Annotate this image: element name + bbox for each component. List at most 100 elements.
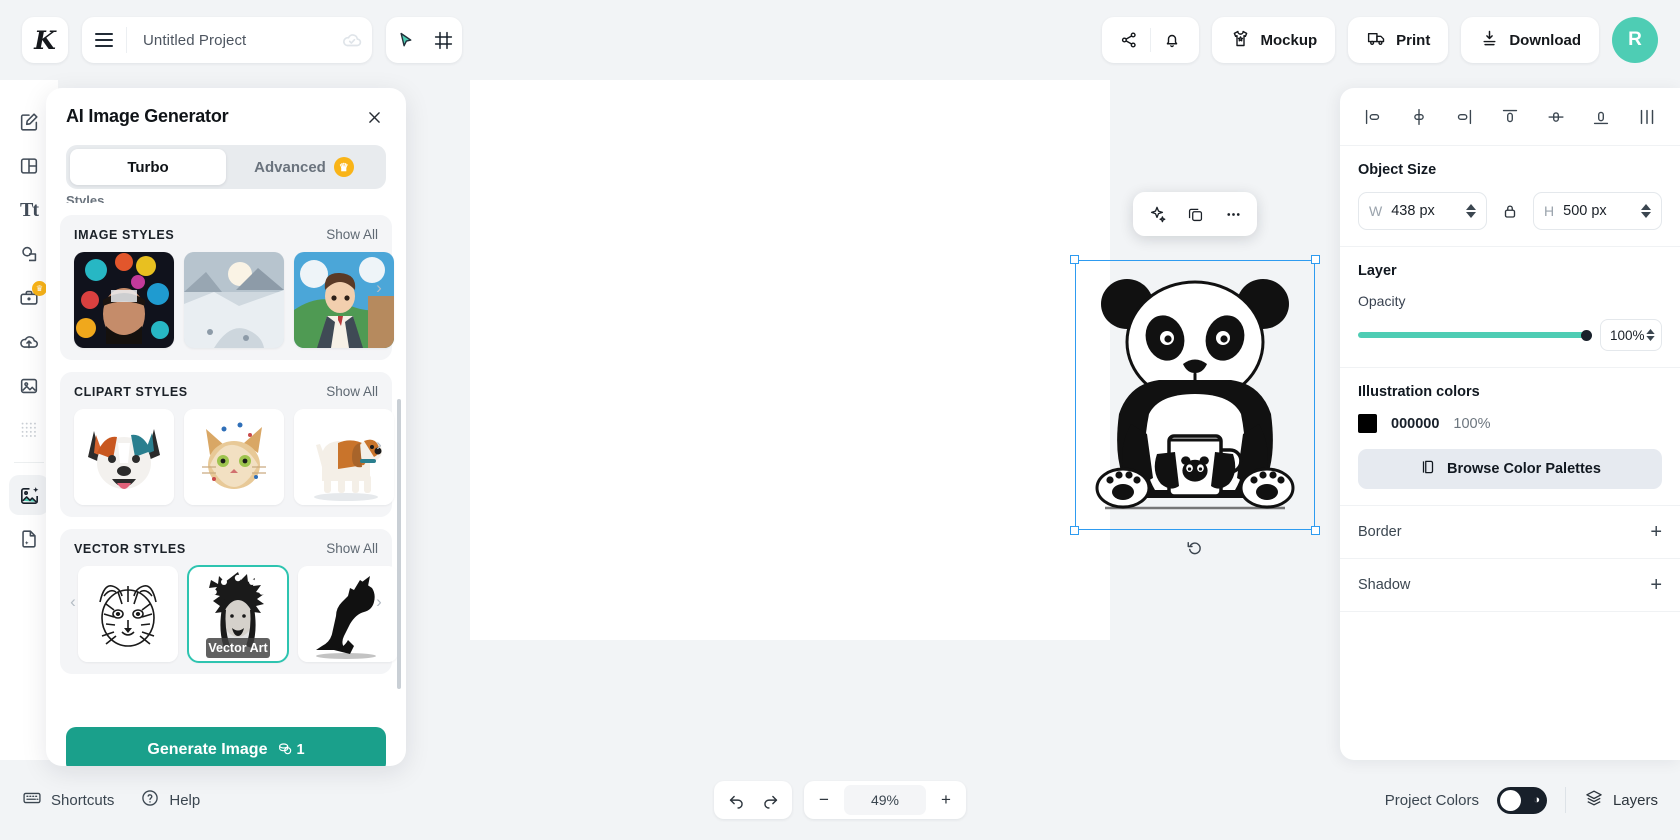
sidebar-item-uploads[interactable] xyxy=(9,322,49,362)
height-stepper[interactable] xyxy=(1641,204,1651,218)
show-all-link[interactable]: Show All xyxy=(326,541,378,556)
crown-icon: ♛ xyxy=(333,157,354,177)
project-name-input[interactable]: Untitled Project xyxy=(127,32,332,49)
align-top-icon[interactable] xyxy=(1495,102,1525,132)
carousel-next-icon[interactable]: › xyxy=(368,277,390,299)
cursor-arrow-icon[interactable] xyxy=(388,23,422,57)
lock-aspect-ratio-icon[interactable] xyxy=(1497,202,1523,220)
avatar[interactable]: R xyxy=(1612,17,1658,63)
style-thumb-beagle[interactable] xyxy=(294,409,394,505)
project-colors-toggle[interactable]: ◑ xyxy=(1496,786,1547,814)
carousel-next-icon[interactable]: › xyxy=(368,434,390,456)
artboard-frame-icon[interactable] xyxy=(426,23,460,57)
distribute-icon[interactable] xyxy=(1632,102,1662,132)
layers-button[interactable]: Layers xyxy=(1584,788,1658,812)
credits-count: 1 xyxy=(296,742,305,758)
shadow-accordion[interactable]: Shadow + xyxy=(1340,559,1680,612)
sparkle-icon[interactable] xyxy=(1139,196,1175,232)
opacity-label: Opacity xyxy=(1358,293,1406,309)
resize-handle-bottom-right[interactable] xyxy=(1311,526,1320,535)
align-bottom-icon[interactable] xyxy=(1586,102,1616,132)
close-icon[interactable] xyxy=(363,106,386,129)
help-button[interactable]: Help xyxy=(140,788,200,812)
generate-section: Generate Image 1 xyxy=(46,717,406,766)
sidebar-item-shapes[interactable] xyxy=(9,234,49,274)
show-all-link[interactable]: Show All xyxy=(326,384,378,399)
plus-icon[interactable]: + xyxy=(1650,522,1662,542)
sidebar-item-ai-file[interactable] xyxy=(9,519,49,559)
resize-handle-top-left[interactable] xyxy=(1070,255,1079,264)
print-button[interactable]: Print xyxy=(1348,17,1449,63)
tab-advanced[interactable]: Advanced ♛ xyxy=(226,149,382,185)
artboard[interactable] xyxy=(470,80,1320,640)
cloud-check-icon xyxy=(332,29,372,51)
show-all-link[interactable]: Show All xyxy=(326,227,378,242)
ellipsis-icon[interactable] xyxy=(1215,196,1251,232)
tab-turbo[interactable]: Turbo xyxy=(70,149,226,185)
style-thumb-vector-art[interactable]: Vector Art xyxy=(187,565,289,663)
divider xyxy=(1564,787,1566,813)
copy-icon[interactable] xyxy=(1177,196,1213,232)
width-label: W xyxy=(1369,203,1383,219)
sidebar-item-brandkit[interactable]: ♛ xyxy=(9,278,49,318)
align-right-icon[interactable] xyxy=(1449,102,1479,132)
shortcuts-button[interactable]: Shortcuts xyxy=(22,788,114,812)
resize-handle-bottom-left[interactable] xyxy=(1070,526,1079,535)
generate-image-button[interactable]: Generate Image 1 xyxy=(66,727,386,766)
style-thumb-howling-wolf[interactable] xyxy=(298,566,398,662)
style-thumb-tiger-line[interactable] xyxy=(78,566,178,662)
styles-scroll-area[interactable]: Styles IMAGE STYLES Show All › CLIPART S… xyxy=(46,189,406,717)
align-left-icon[interactable] xyxy=(1358,102,1388,132)
align-middle-vertical-icon[interactable] xyxy=(1541,102,1571,132)
style-thumb-watercolor-cat[interactable] xyxy=(184,409,284,505)
style-group-clipart: CLIPART STYLES Show All › xyxy=(60,372,394,517)
mode-segmented-control: Turbo Advanced ♛ xyxy=(66,145,386,189)
download-button[interactable]: Download xyxy=(1461,17,1599,63)
border-title: Border xyxy=(1358,524,1402,540)
sidebar-item-images[interactable] xyxy=(9,366,49,406)
carousel-next-icon[interactable]: › xyxy=(368,591,390,613)
mockup-button[interactable]: Mockup xyxy=(1212,17,1336,63)
share-nodes-icon[interactable] xyxy=(1108,17,1150,63)
browse-color-palettes-button[interactable]: Browse Color Palettes xyxy=(1358,449,1662,489)
height-field[interactable]: H 500 px xyxy=(1533,192,1662,230)
border-accordion[interactable]: Border + xyxy=(1340,506,1680,559)
group-header: IMAGE STYLES Show All xyxy=(60,227,392,252)
rotate-icon[interactable] xyxy=(1186,539,1204,562)
undo-arrow-icon[interactable] xyxy=(720,784,752,816)
plus-icon[interactable]: + xyxy=(1650,575,1662,595)
sidebar-item-patterns[interactable] xyxy=(9,410,49,450)
style-thumb-snowy-valley[interactable] xyxy=(184,252,284,348)
hamburger-menu-icon[interactable] xyxy=(82,17,126,63)
opacity-slider-knob[interactable] xyxy=(1581,330,1592,341)
thumb-strip xyxy=(60,409,394,505)
zoom-value[interactable]: 49% xyxy=(844,785,926,815)
zoom-in-button[interactable]: + xyxy=(930,784,962,816)
opacity-stepper[interactable] xyxy=(1646,329,1655,341)
sidebar-item-design[interactable] xyxy=(9,102,49,142)
color-swatch[interactable] xyxy=(1358,414,1377,433)
bell-icon[interactable] xyxy=(1151,17,1193,63)
style-thumb-floral-portrait[interactable] xyxy=(74,252,174,348)
redo-arrow-icon[interactable] xyxy=(754,784,786,816)
shortcuts-label: Shortcuts xyxy=(51,791,115,809)
generate-image-label: Generate Image xyxy=(147,741,268,758)
opacity-slider[interactable] xyxy=(1358,330,1592,341)
width-stepper[interactable] xyxy=(1466,204,1476,218)
carousel-prev-icon[interactable]: ‹ xyxy=(62,591,84,613)
style-thumb-colorful-dog[interactable] xyxy=(74,409,174,505)
size-inputs-row: W 438 px H 500 px xyxy=(1358,192,1662,230)
sidebar-item-ai-image-generator[interactable] xyxy=(9,475,49,515)
align-center-horizontal-icon[interactable] xyxy=(1404,102,1434,132)
style-thumb-anime-boy[interactable] xyxy=(294,252,394,348)
app-logo-button[interactable]: K xyxy=(22,17,68,63)
bottom-center-group: − 49% + xyxy=(714,781,966,819)
sidebar-item-templates[interactable] xyxy=(9,146,49,186)
width-field[interactable]: W 438 px xyxy=(1358,192,1487,230)
zoom-out-button[interactable]: − xyxy=(808,784,840,816)
selected-object[interactable] xyxy=(1070,192,1320,555)
panel-scrollbar[interactable] xyxy=(397,399,401,689)
opacity-value-field[interactable]: 100% xyxy=(1600,319,1662,351)
sidebar-item-text[interactable]: Tt xyxy=(9,190,49,230)
resize-handle-top-right[interactable] xyxy=(1311,255,1320,264)
